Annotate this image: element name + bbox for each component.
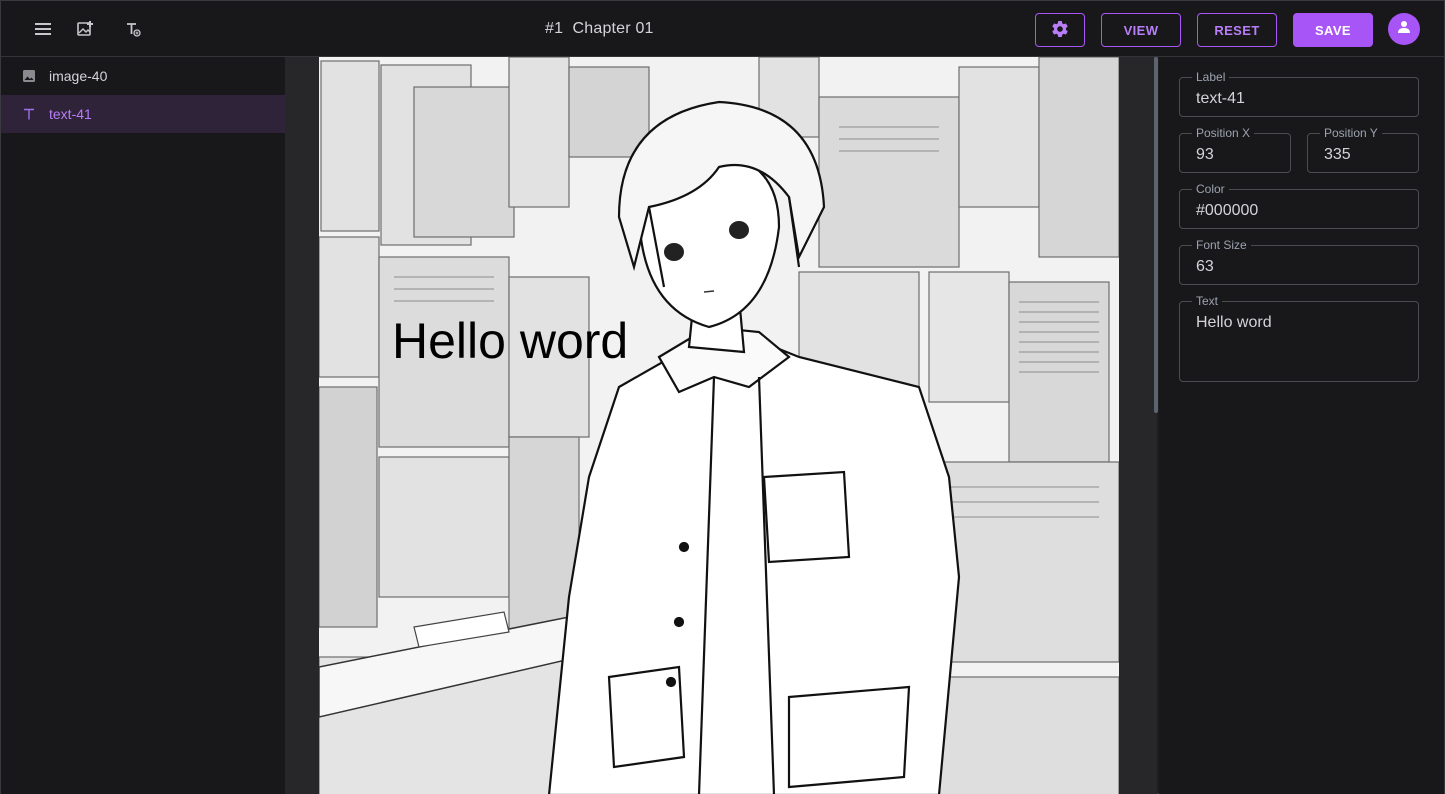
gear-icon [1052, 20, 1068, 40]
position-x-field[interactable]: Position X 93 [1179, 126, 1291, 173]
position-x-value[interactable]: 93 [1196, 146, 1282, 164]
user-avatar-button[interactable] [1388, 13, 1420, 45]
save-button[interactable]: SAVE [1293, 13, 1373, 47]
position-y-title: Position Y [1320, 126, 1382, 140]
label-field-title: Label [1192, 70, 1230, 84]
label-field-value[interactable]: text-41 [1196, 90, 1410, 108]
font-size-field[interactable]: Font Size 63 [1179, 238, 1419, 285]
canvas-text-layer[interactable]: Hello word [392, 312, 628, 370]
color-field-title: Color [1192, 182, 1229, 196]
text-field-value[interactable]: Hello word [1196, 314, 1410, 332]
add-text-icon[interactable] [119, 15, 147, 43]
user-icon [1397, 20, 1411, 39]
text-icon [21, 106, 37, 122]
canvas-area: Hello word [285, 57, 1157, 794]
properties-panel: Label text-41 Position X 93 Position Y 3… [1159, 57, 1444, 794]
layer-item-text-41[interactable]: text-41 [1, 95, 285, 133]
view-button[interactable]: VIEW [1101, 13, 1181, 47]
layers-sidebar: image-40 text-41 [1, 57, 285, 794]
font-size-field-value[interactable]: 63 [1196, 258, 1410, 276]
position-y-value[interactable]: 335 [1324, 146, 1410, 164]
layer-item-image-40[interactable]: image-40 [1, 57, 285, 95]
add-image-icon[interactable] [71, 15, 99, 43]
image-icon [21, 68, 37, 84]
canvas-scrollbar[interactable] [1154, 57, 1158, 413]
editor-window: #1 Chapter 01 VIEW RESET SAVE image-40 t… [0, 0, 1445, 794]
text-field[interactable]: Text Hello word [1179, 294, 1419, 382]
text-field-title: Text [1192, 294, 1223, 308]
color-field[interactable]: Color #000000 [1179, 182, 1419, 229]
position-x-title: Position X [1192, 126, 1255, 140]
settings-button[interactable] [1035, 13, 1085, 47]
top-toolbar: #1 Chapter 01 VIEW RESET SAVE [1, 1, 1444, 57]
menu-icon[interactable] [29, 15, 57, 43]
label-field[interactable]: Label text-41 [1179, 70, 1419, 117]
layer-label: image-40 [49, 68, 108, 84]
reset-button[interactable]: RESET [1197, 13, 1277, 47]
manga-page-image[interactable]: Hello word [319, 57, 1119, 794]
position-y-field[interactable]: Position Y 335 [1307, 126, 1419, 173]
manga-illustration [319, 57, 1119, 794]
color-field-value[interactable]: #000000 [1196, 202, 1410, 220]
font-size-field-title: Font Size [1192, 238, 1251, 252]
layer-label: text-41 [49, 106, 92, 122]
page-title: #1 Chapter 01 [545, 20, 654, 37]
